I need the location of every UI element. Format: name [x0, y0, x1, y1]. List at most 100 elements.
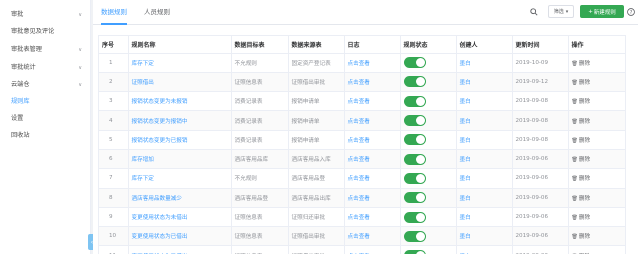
operation-cell: 🗑删除 [568, 130, 625, 150]
trash-icon: 🗑 [571, 176, 578, 183]
creator-link[interactable]: 墨白 [456, 110, 513, 131]
status-cell [400, 226, 457, 247]
toggle-knob [415, 193, 425, 203]
status-toggle[interactable] [403, 76, 426, 88]
status-toggle[interactable] [403, 250, 426, 254]
view-log-link[interactable]: 点击查看 [344, 149, 401, 170]
view-log-link[interactable]: 点击查看 [344, 72, 401, 93]
filter-button[interactable]: 筛选 ▾ [548, 5, 574, 18]
delete-button[interactable]: 删除 [579, 234, 590, 240]
creator-link[interactable]: 墨白 [456, 245, 513, 254]
status-cell [400, 72, 457, 93]
operation-cell: 🗑删除 [568, 149, 625, 170]
delete-button[interactable]: 删除 [579, 215, 590, 221]
status-cell [400, 149, 457, 170]
delete-button[interactable]: 删除 [579, 119, 590, 125]
status-toggle[interactable] [403, 153, 426, 165]
rule-name-link[interactable]: 变更使用状态为已借出 [128, 245, 232, 254]
rule-name-link[interactable]: 库存下定 [128, 53, 232, 73]
sidebar-item-cloud-warehouse[interactable]: 云端仓 ∨ [11, 78, 86, 92]
tab-person-rules[interactable]: 人员规则 [144, 6, 170, 25]
delete-button[interactable]: 删除 [579, 176, 590, 182]
chevron-down-icon: ∨ [78, 47, 82, 53]
creator-link[interactable]: 墨白 [456, 130, 513, 150]
delete-button[interactable]: 删除 [579, 157, 590, 163]
delete-button[interactable]: 删除 [579, 61, 590, 67]
target-table: 不允规则 [231, 53, 289, 73]
tab-data-rules[interactable]: 数据规则 [101, 6, 127, 25]
row-index: 9 [99, 207, 129, 228]
rule-name-link[interactable]: 变更使用状态为已借出 [128, 226, 232, 247]
sidebar-item-recycle-bin[interactable]: 回收站 [11, 129, 86, 143]
row-index: 11 [99, 245, 129, 254]
delete-button[interactable]: 删除 [579, 99, 590, 105]
rule-name-link[interactable]: 报销状态变更为已报销 [128, 130, 232, 150]
view-log-link[interactable]: 点击查看 [344, 110, 401, 131]
sidebar-item-approval-comments[interactable]: 审批意见及评论 [11, 25, 86, 39]
chevron-down-icon: ∨ [78, 12, 82, 18]
rule-name-link[interactable]: 报销状态变更为未报销 [128, 91, 232, 112]
toggle-knob [415, 77, 425, 87]
view-log-link[interactable]: 点击查看 [344, 245, 401, 254]
creator-link[interactable]: 墨白 [456, 72, 513, 93]
status-toggle[interactable] [403, 95, 426, 107]
toggle-knob [415, 231, 425, 241]
view-log-link[interactable]: 点击查看 [344, 53, 401, 73]
creator-link[interactable]: 墨白 [456, 207, 513, 228]
status-toggle[interactable] [403, 134, 426, 146]
search-button[interactable] [529, 5, 539, 18]
status-toggle[interactable] [403, 115, 426, 127]
new-rule-button[interactable]: + 新建规则 [580, 5, 624, 18]
rule-name-link[interactable]: 变更使用状态为未借出 [128, 207, 232, 228]
status-toggle[interactable] [403, 172, 426, 184]
delete-button[interactable]: 删除 [579, 196, 590, 202]
source-table: 报销申请单 [288, 91, 345, 112]
search-icon [530, 7, 538, 16]
view-log-link[interactable]: 点击查看 [344, 130, 401, 150]
filter-label: 筛选 [553, 9, 564, 15]
rule-name-link[interactable]: 证照借出 [128, 72, 232, 93]
toggle-knob [415, 212, 425, 222]
toggle-knob [415, 116, 425, 126]
status-toggle[interactable] [403, 57, 426, 69]
status-toggle[interactable] [403, 230, 426, 242]
status-toggle[interactable] [403, 211, 426, 223]
question-icon: ? [627, 7, 635, 16]
sidebar-item-approval-forms[interactable]: 审批表管理 ∨ [11, 43, 86, 57]
creator-link[interactable]: 墨白 [456, 53, 513, 73]
rule-name-link[interactable]: 报销状态变更为报销中 [128, 110, 232, 131]
trash-icon: 🗑 [571, 118, 578, 125]
sidebar-item-label: 审批 [11, 11, 24, 18]
creator-link[interactable]: 墨白 [456, 188, 513, 208]
sidebar-item-approval-stats[interactable]: 审批统计 ∨ [11, 61, 86, 75]
status-cell [400, 207, 457, 228]
sidebar-item-approval[interactable]: 审批 ∨ [11, 8, 86, 22]
creator-link[interactable]: 墨白 [456, 226, 513, 247]
rule-name-link[interactable]: 库存增加 [128, 149, 232, 170]
sidebar-item-rules[interactable]: 规则库 [11, 95, 86, 109]
creator-link[interactable]: 墨白 [456, 91, 513, 112]
delete-button[interactable]: 删除 [579, 80, 590, 86]
view-log-link[interactable]: 点击查看 [344, 188, 401, 208]
toggle-knob [415, 96, 425, 106]
sidebar-item-settings[interactable]: 设置 [11, 112, 86, 126]
chevron-down-icon: ∨ [78, 65, 82, 71]
view-log-link[interactable]: 点击查看 [344, 226, 401, 247]
delete-button[interactable]: 删除 [579, 138, 590, 144]
operation-cell: 🗑删除 [568, 226, 625, 247]
view-log-link[interactable]: 点击查看 [344, 207, 401, 228]
toggle-knob [415, 58, 425, 68]
source-table: 酒店客用品出库 [288, 188, 345, 208]
column-header: 序号 [99, 36, 129, 54]
creator-link[interactable]: 墨白 [456, 168, 513, 189]
rules-table: 序号 规则名称 数据目标表 数据来源表 日志 规则状态 创建人 更新时间 操作 … [98, 35, 626, 254]
update-time: 2019-10-09 [512, 53, 569, 73]
status-toggle[interactable] [403, 192, 426, 204]
rule-name-link[interactable]: 酒店客用品数量减少 [128, 188, 232, 208]
view-log-link[interactable]: 点击查看 [344, 168, 401, 189]
view-log-link[interactable]: 点击查看 [344, 91, 401, 112]
column-header: 数据来源表 [288, 36, 345, 54]
help-button[interactable]: ? [626, 5, 636, 18]
creator-link[interactable]: 墨白 [456, 149, 513, 170]
rule-name-link[interactable]: 库存下定 [128, 168, 232, 189]
